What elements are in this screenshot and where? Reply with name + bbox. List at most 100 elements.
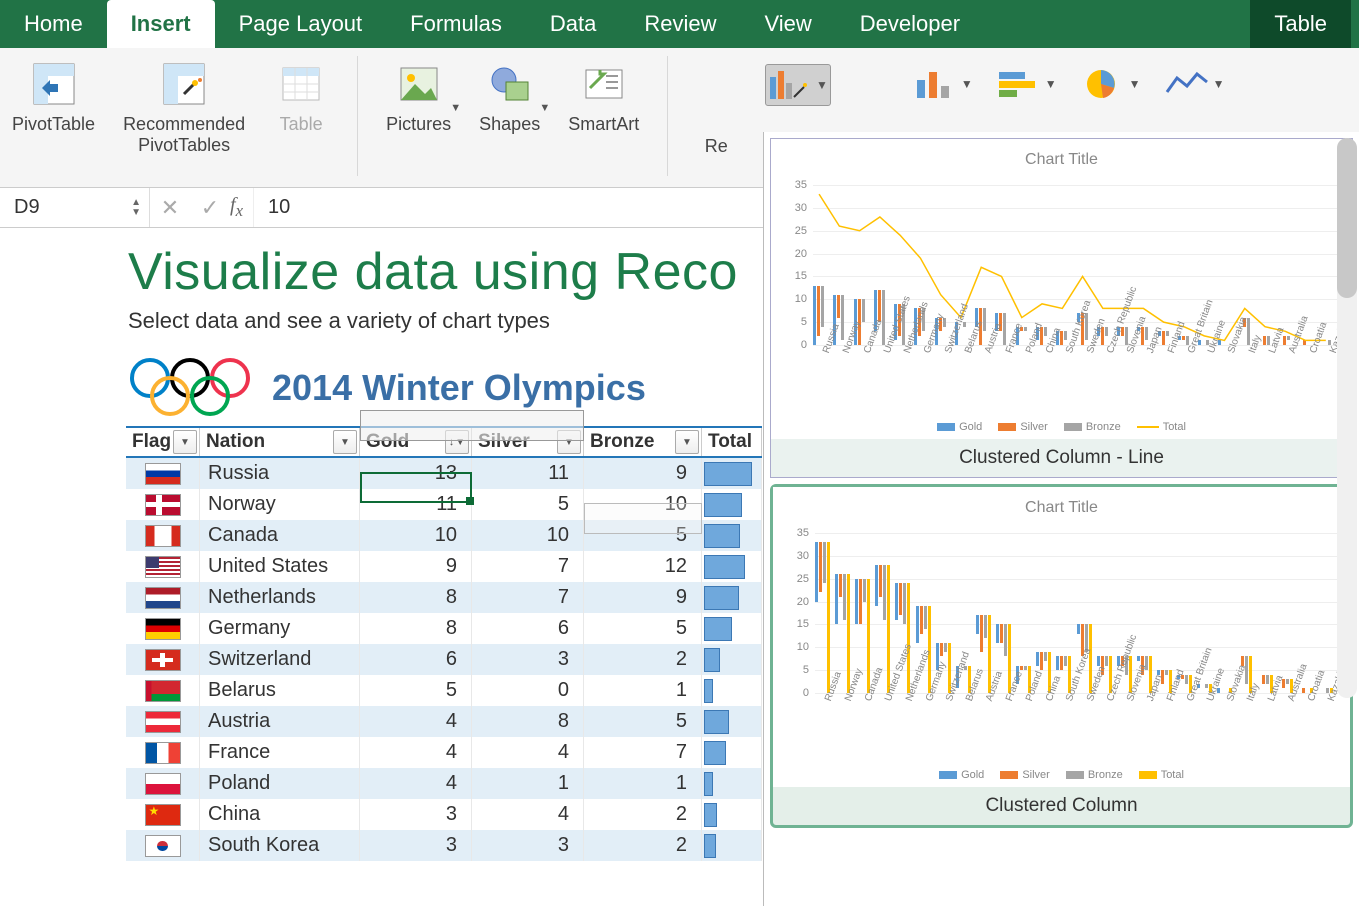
table-header: Flag▼ Nation▼ Gold▼ Silver▼ Bronze▼ Tota…: [126, 428, 762, 458]
table-row[interactable]: Switzerland632: [126, 644, 762, 675]
flag-cell: [126, 675, 200, 706]
total-databar-cell: [702, 737, 762, 768]
recommended-chart-toggle[interactable]: ▼: [765, 64, 831, 106]
olympic-rings-icon: [128, 356, 254, 420]
silver-cell: 1: [472, 768, 584, 799]
table-row[interactable]: Austria485: [126, 706, 762, 737]
rec-chart-clustered-column[interactable]: Chart Title05101520253035RussiaNorwayCan…: [770, 484, 1353, 828]
bronze-cell: 5: [584, 706, 702, 737]
table-row[interactable]: Russia13119: [126, 458, 762, 489]
flag-cell: [126, 737, 200, 768]
total-databar-cell: [702, 644, 762, 675]
gold-cell: 10: [360, 520, 472, 551]
name-box-steppers[interactable]: ▲▼: [131, 198, 141, 218]
cancel-formula-button[interactable]: ✕: [150, 195, 190, 221]
col-header-bronze[interactable]: Bronze▼: [584, 428, 702, 456]
gold-cell: 8: [360, 582, 472, 613]
formula-value[interactable]: 10: [253, 188, 290, 227]
tab-home[interactable]: Home: [0, 0, 107, 48]
recommended-pivottables-button[interactable]: Recommended PivotTables: [123, 56, 245, 179]
tab-review[interactable]: Review: [620, 0, 740, 48]
table-row[interactable]: China342: [126, 799, 762, 830]
table-row[interactable]: Belarus501: [126, 675, 762, 706]
chart-type-buttons: ▼ ▼ ▼ ▼ ▼: [765, 58, 1226, 106]
flag-icon: [145, 835, 181, 857]
col-header-silver[interactable]: Silver▼: [472, 428, 584, 456]
name-box[interactable]: D9 ▲▼: [0, 188, 150, 227]
filter-button[interactable]: ▼: [173, 430, 197, 454]
flag-cell: [126, 458, 200, 489]
table-row[interactable]: United States9712: [126, 551, 762, 582]
tab-formulas[interactable]: Formulas: [386, 0, 526, 48]
recommended-charts-button[interactable]: Re: [696, 56, 736, 179]
filter-button[interactable]: ▼: [675, 430, 699, 454]
tab-data[interactable]: Data: [526, 0, 620, 48]
flag-icon: [145, 773, 181, 795]
gold-cell: 6: [360, 644, 472, 675]
shapes-button[interactable]: Shapes ▼: [479, 56, 540, 179]
total-databar-cell: [702, 458, 762, 489]
name-box-value: D9: [14, 196, 40, 219]
silver-cell: 4: [472, 799, 584, 830]
col-header-total[interactable]: Total: [702, 428, 762, 456]
silver-cell: 10: [472, 520, 584, 551]
bronze-cell: 2: [584, 644, 702, 675]
col-header-nation[interactable]: Nation▼: [200, 428, 360, 456]
table-row[interactable]: France447: [126, 737, 762, 768]
silver-cell: 3: [472, 830, 584, 861]
table-row[interactable]: South Korea332: [126, 830, 762, 861]
bronze-cell: 5: [584, 520, 702, 551]
silver-cell: 3: [472, 644, 584, 675]
table-row[interactable]: Canada10105: [126, 520, 762, 551]
col-header-gold[interactable]: Gold▼: [360, 428, 472, 456]
smartart-button[interactable]: SmartArt: [568, 56, 639, 179]
nation-cell: Netherlands: [200, 582, 360, 613]
flag-icon: [145, 525, 181, 547]
gold-cell: 4: [360, 706, 472, 737]
table-row[interactable]: Poland411: [126, 768, 762, 799]
tab-page-layout[interactable]: Page Layout: [215, 0, 387, 48]
flag-icon: [145, 587, 181, 609]
flag-cell: [126, 706, 200, 737]
bar-chart-button[interactable]: ▼: [995, 64, 1059, 104]
tab-insert[interactable]: Insert: [107, 0, 215, 48]
nation-cell: Austria: [200, 706, 360, 737]
chart-legend: GoldSilverBronzeTotal: [773, 769, 1350, 781]
silver-cell: 4: [472, 737, 584, 768]
recommended-pivottables-icon: [156, 56, 212, 112]
filter-sort-button[interactable]: ▼: [445, 430, 469, 454]
tab-view[interactable]: View: [740, 0, 835, 48]
silver-cell: 5: [472, 489, 584, 520]
pie-chart-button[interactable]: ▼: [1079, 64, 1143, 104]
rec-chart-clustered-column-line[interactable]: Chart Title05101520253035RussiaNorwayCan…: [770, 138, 1353, 478]
tab-developer[interactable]: Developer: [836, 0, 984, 48]
filter-button[interactable]: ▼: [333, 430, 357, 454]
smartart-label: SmartArt: [568, 114, 639, 135]
shapes-icon: [482, 56, 538, 112]
bronze-cell: 1: [584, 675, 702, 706]
filter-button[interactable]: ▼: [557, 430, 581, 454]
column-chart-button[interactable]: ▼: [911, 64, 975, 104]
tab-table[interactable]: Table: [1250, 0, 1351, 48]
recommended-pivottables-label: Recommended PivotTables: [123, 114, 245, 155]
table-button[interactable]: Table: [273, 56, 329, 179]
fx-icon[interactable]: fx: [230, 194, 243, 221]
pictures-button[interactable]: Pictures ▼: [386, 56, 451, 179]
silver-cell: 7: [472, 551, 584, 582]
silver-cell: 6: [472, 613, 584, 644]
nation-cell: Norway: [200, 489, 360, 520]
nation-cell: France: [200, 737, 360, 768]
table-row[interactable]: Norway11510: [126, 489, 762, 520]
table-row[interactable]: Germany865: [126, 613, 762, 644]
scrollbar-thumb[interactable]: [1337, 138, 1357, 298]
recommended-charts-panel: Chart Title05101520253035RussiaNorwayCan…: [763, 132, 1359, 906]
table-row[interactable]: Netherlands879: [126, 582, 762, 613]
accept-formula-button[interactable]: ✓: [190, 195, 230, 221]
shapes-label: Shapes: [479, 114, 540, 135]
silver-cell: 0: [472, 675, 584, 706]
line-chart-button[interactable]: ▼: [1163, 64, 1227, 104]
col-header-flag[interactable]: Flag▼: [126, 428, 200, 456]
pivottable-button[interactable]: PivotTable: [12, 56, 95, 179]
silver-cell: 7: [472, 582, 584, 613]
chart-title: Chart Title: [773, 499, 1350, 517]
